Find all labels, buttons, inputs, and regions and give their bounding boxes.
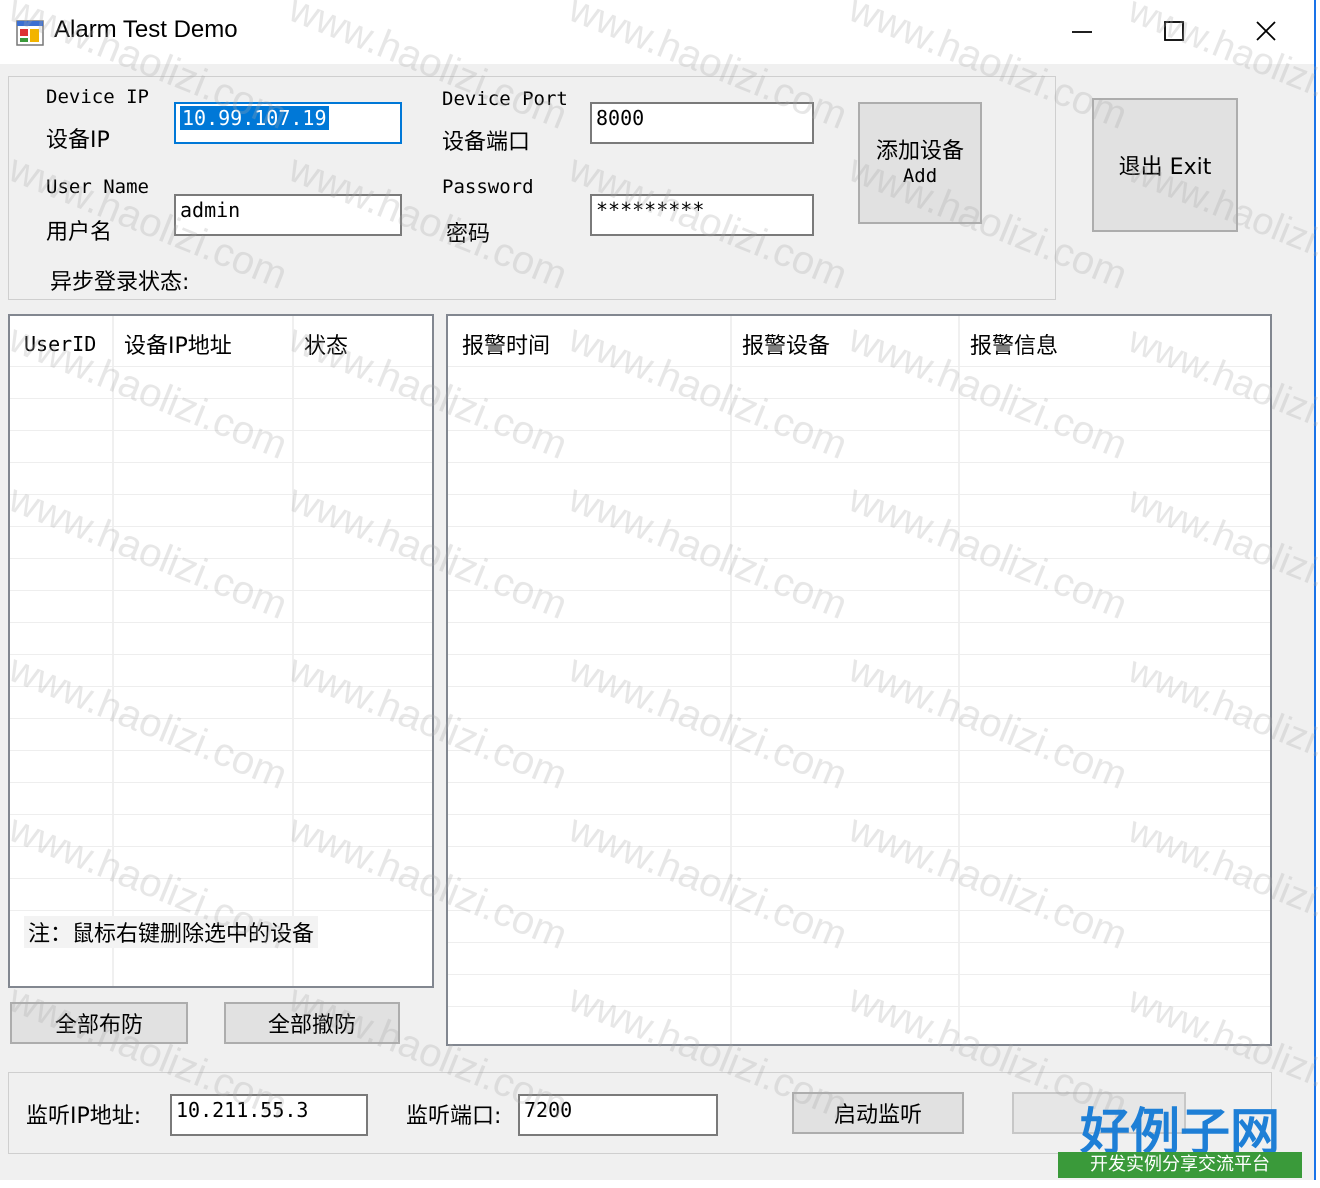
alarm-list-header-device[interactable]: 报警设备 bbox=[742, 328, 830, 360]
grid-row-line bbox=[10, 814, 432, 815]
grid-row-line bbox=[10, 462, 432, 463]
password-input[interactable]: ********* bbox=[590, 194, 814, 236]
grid-row-line bbox=[10, 558, 432, 559]
device-port-input[interactable]: 8000 bbox=[590, 102, 814, 144]
alarm-list-col-divider bbox=[958, 316, 960, 1044]
async-login-status-label: 异步登录状态: bbox=[50, 270, 190, 295]
grid-row-line bbox=[448, 750, 1270, 751]
grid-row-line bbox=[10, 654, 432, 655]
grid-row-line bbox=[448, 494, 1270, 495]
grid-row-line bbox=[448, 846, 1270, 847]
grid-row-line bbox=[10, 878, 432, 879]
device-ip-input[interactable]: 10.99.107.19 bbox=[174, 102, 402, 144]
grid-row-line bbox=[448, 526, 1270, 527]
arm-all-label: 全部布防 bbox=[54, 1013, 143, 1038]
password-label-en: Password bbox=[442, 176, 534, 198]
device-list-col-divider bbox=[112, 316, 114, 986]
listen-ip-label: 监听IP地址: bbox=[26, 1104, 142, 1129]
device-port-value: 8000 bbox=[596, 106, 645, 130]
window-title: Alarm Test Demo bbox=[54, 16, 238, 43]
device-ip-value: 10.99.107.19 bbox=[180, 106, 329, 130]
user-name-input[interactable]: admin bbox=[174, 194, 402, 236]
grid-row-line bbox=[448, 718, 1270, 719]
grid-row-line bbox=[10, 782, 432, 783]
main-window: Alarm Test Demo Device IP 设备IP 10.99.107… bbox=[0, 0, 1320, 1180]
listen-port-label: 监听端口: bbox=[406, 1104, 502, 1129]
grid-row-line bbox=[10, 750, 432, 751]
user-name-label-en: User Name bbox=[46, 176, 149, 198]
device-list[interactable]: UserID 设备IP地址 状态 注：鼠标右键删除选中的设备 bbox=[8, 314, 434, 988]
start-listen-label: 启动监听 bbox=[833, 1103, 922, 1128]
listen-port-input[interactable]: 7200 bbox=[518, 1094, 718, 1136]
grid-row-line bbox=[448, 590, 1270, 591]
exit-button[interactable]: 退出 Exit bbox=[1092, 98, 1238, 232]
grid-row-line bbox=[448, 814, 1270, 815]
grid-row-line bbox=[448, 910, 1270, 911]
title-bar[interactable]: Alarm Test Demo bbox=[0, 0, 1314, 64]
alarm-list-header-info[interactable]: 报警信息 bbox=[970, 328, 1058, 360]
grid-row-line bbox=[448, 686, 1270, 687]
grid-row-line bbox=[10, 846, 432, 847]
device-list-col-divider bbox=[292, 316, 294, 986]
grid-row-line bbox=[448, 558, 1270, 559]
grid-row-line bbox=[448, 1006, 1270, 1007]
device-port-label-cn: 设备端口 bbox=[442, 130, 531, 155]
close-icon[interactable] bbox=[1244, 12, 1288, 52]
grid-row-line bbox=[10, 430, 432, 431]
grid-row-line bbox=[10, 718, 432, 719]
disarm-all-button[interactable]: 全部撤防 bbox=[224, 1002, 400, 1044]
add-device-label-en: Add bbox=[902, 165, 938, 187]
user-name-label-cn: 用户名 bbox=[46, 220, 113, 245]
grid-row-line bbox=[448, 782, 1270, 783]
app-icon bbox=[16, 20, 44, 46]
alarm-list-header-time[interactable]: 报警时间 bbox=[462, 328, 550, 360]
device-list-header-ip[interactable]: 设备IP地址 bbox=[124, 328, 232, 360]
listen-port-value: 7200 bbox=[524, 1098, 573, 1122]
alarm-list-col-divider bbox=[730, 316, 732, 1044]
add-device-label-cn: 添加设备 bbox=[875, 139, 964, 164]
device-list-header-userid[interactable]: UserID bbox=[24, 332, 96, 356]
exit-button-label: 退出 Exit bbox=[1118, 155, 1212, 180]
minimize-icon[interactable] bbox=[1060, 12, 1104, 52]
grid-row-line bbox=[10, 686, 432, 687]
grid-row-line bbox=[448, 654, 1270, 655]
grid-row-line bbox=[448, 398, 1270, 399]
grid-row-line bbox=[10, 910, 432, 911]
grid-row-line bbox=[448, 366, 1270, 367]
device-ip-label-en: Device IP bbox=[46, 86, 149, 108]
logo-subtitle: 开发实例分享交流平台 bbox=[1058, 1152, 1302, 1178]
device-port-label-en: Device Port bbox=[442, 88, 568, 110]
add-device-button[interactable]: 添加设备 Add bbox=[858, 102, 982, 224]
password-label-cn: 密码 bbox=[446, 222, 491, 247]
grid-row-line bbox=[10, 398, 432, 399]
password-value: ********* bbox=[596, 198, 705, 222]
listen-ip-input[interactable]: 10.211.55.3 bbox=[170, 1094, 368, 1136]
grid-row-line bbox=[448, 974, 1270, 975]
device-ip-label-cn: 设备IP bbox=[46, 128, 110, 153]
grid-row-line bbox=[10, 590, 432, 591]
grid-row-line bbox=[10, 526, 432, 527]
grid-row-line bbox=[448, 878, 1270, 879]
grid-row-line bbox=[448, 462, 1270, 463]
grid-row-line bbox=[10, 494, 432, 495]
device-list-header-status[interactable]: 状态 bbox=[304, 328, 348, 360]
alarm-list[interactable]: 报警时间 报警设备 报警信息 bbox=[446, 314, 1272, 1046]
maximize-icon[interactable] bbox=[1152, 12, 1196, 52]
listen-ip-value: 10.211.55.3 bbox=[176, 1098, 309, 1122]
device-list-note: 注：鼠标右键删除选中的设备 bbox=[24, 916, 319, 948]
grid-row-line bbox=[448, 430, 1270, 431]
start-listen-button[interactable]: 启动监听 bbox=[792, 1092, 964, 1134]
user-name-value: admin bbox=[180, 198, 241, 222]
grid-row-line bbox=[10, 622, 432, 623]
site-logo: 好例子网 开发实例分享交流平台 bbox=[1058, 1092, 1302, 1180]
grid-row-line bbox=[448, 942, 1270, 943]
grid-row-line bbox=[10, 366, 432, 367]
grid-row-line bbox=[448, 622, 1270, 623]
arm-all-button[interactable]: 全部布防 bbox=[10, 1002, 188, 1044]
disarm-all-label: 全部撤防 bbox=[267, 1013, 356, 1038]
